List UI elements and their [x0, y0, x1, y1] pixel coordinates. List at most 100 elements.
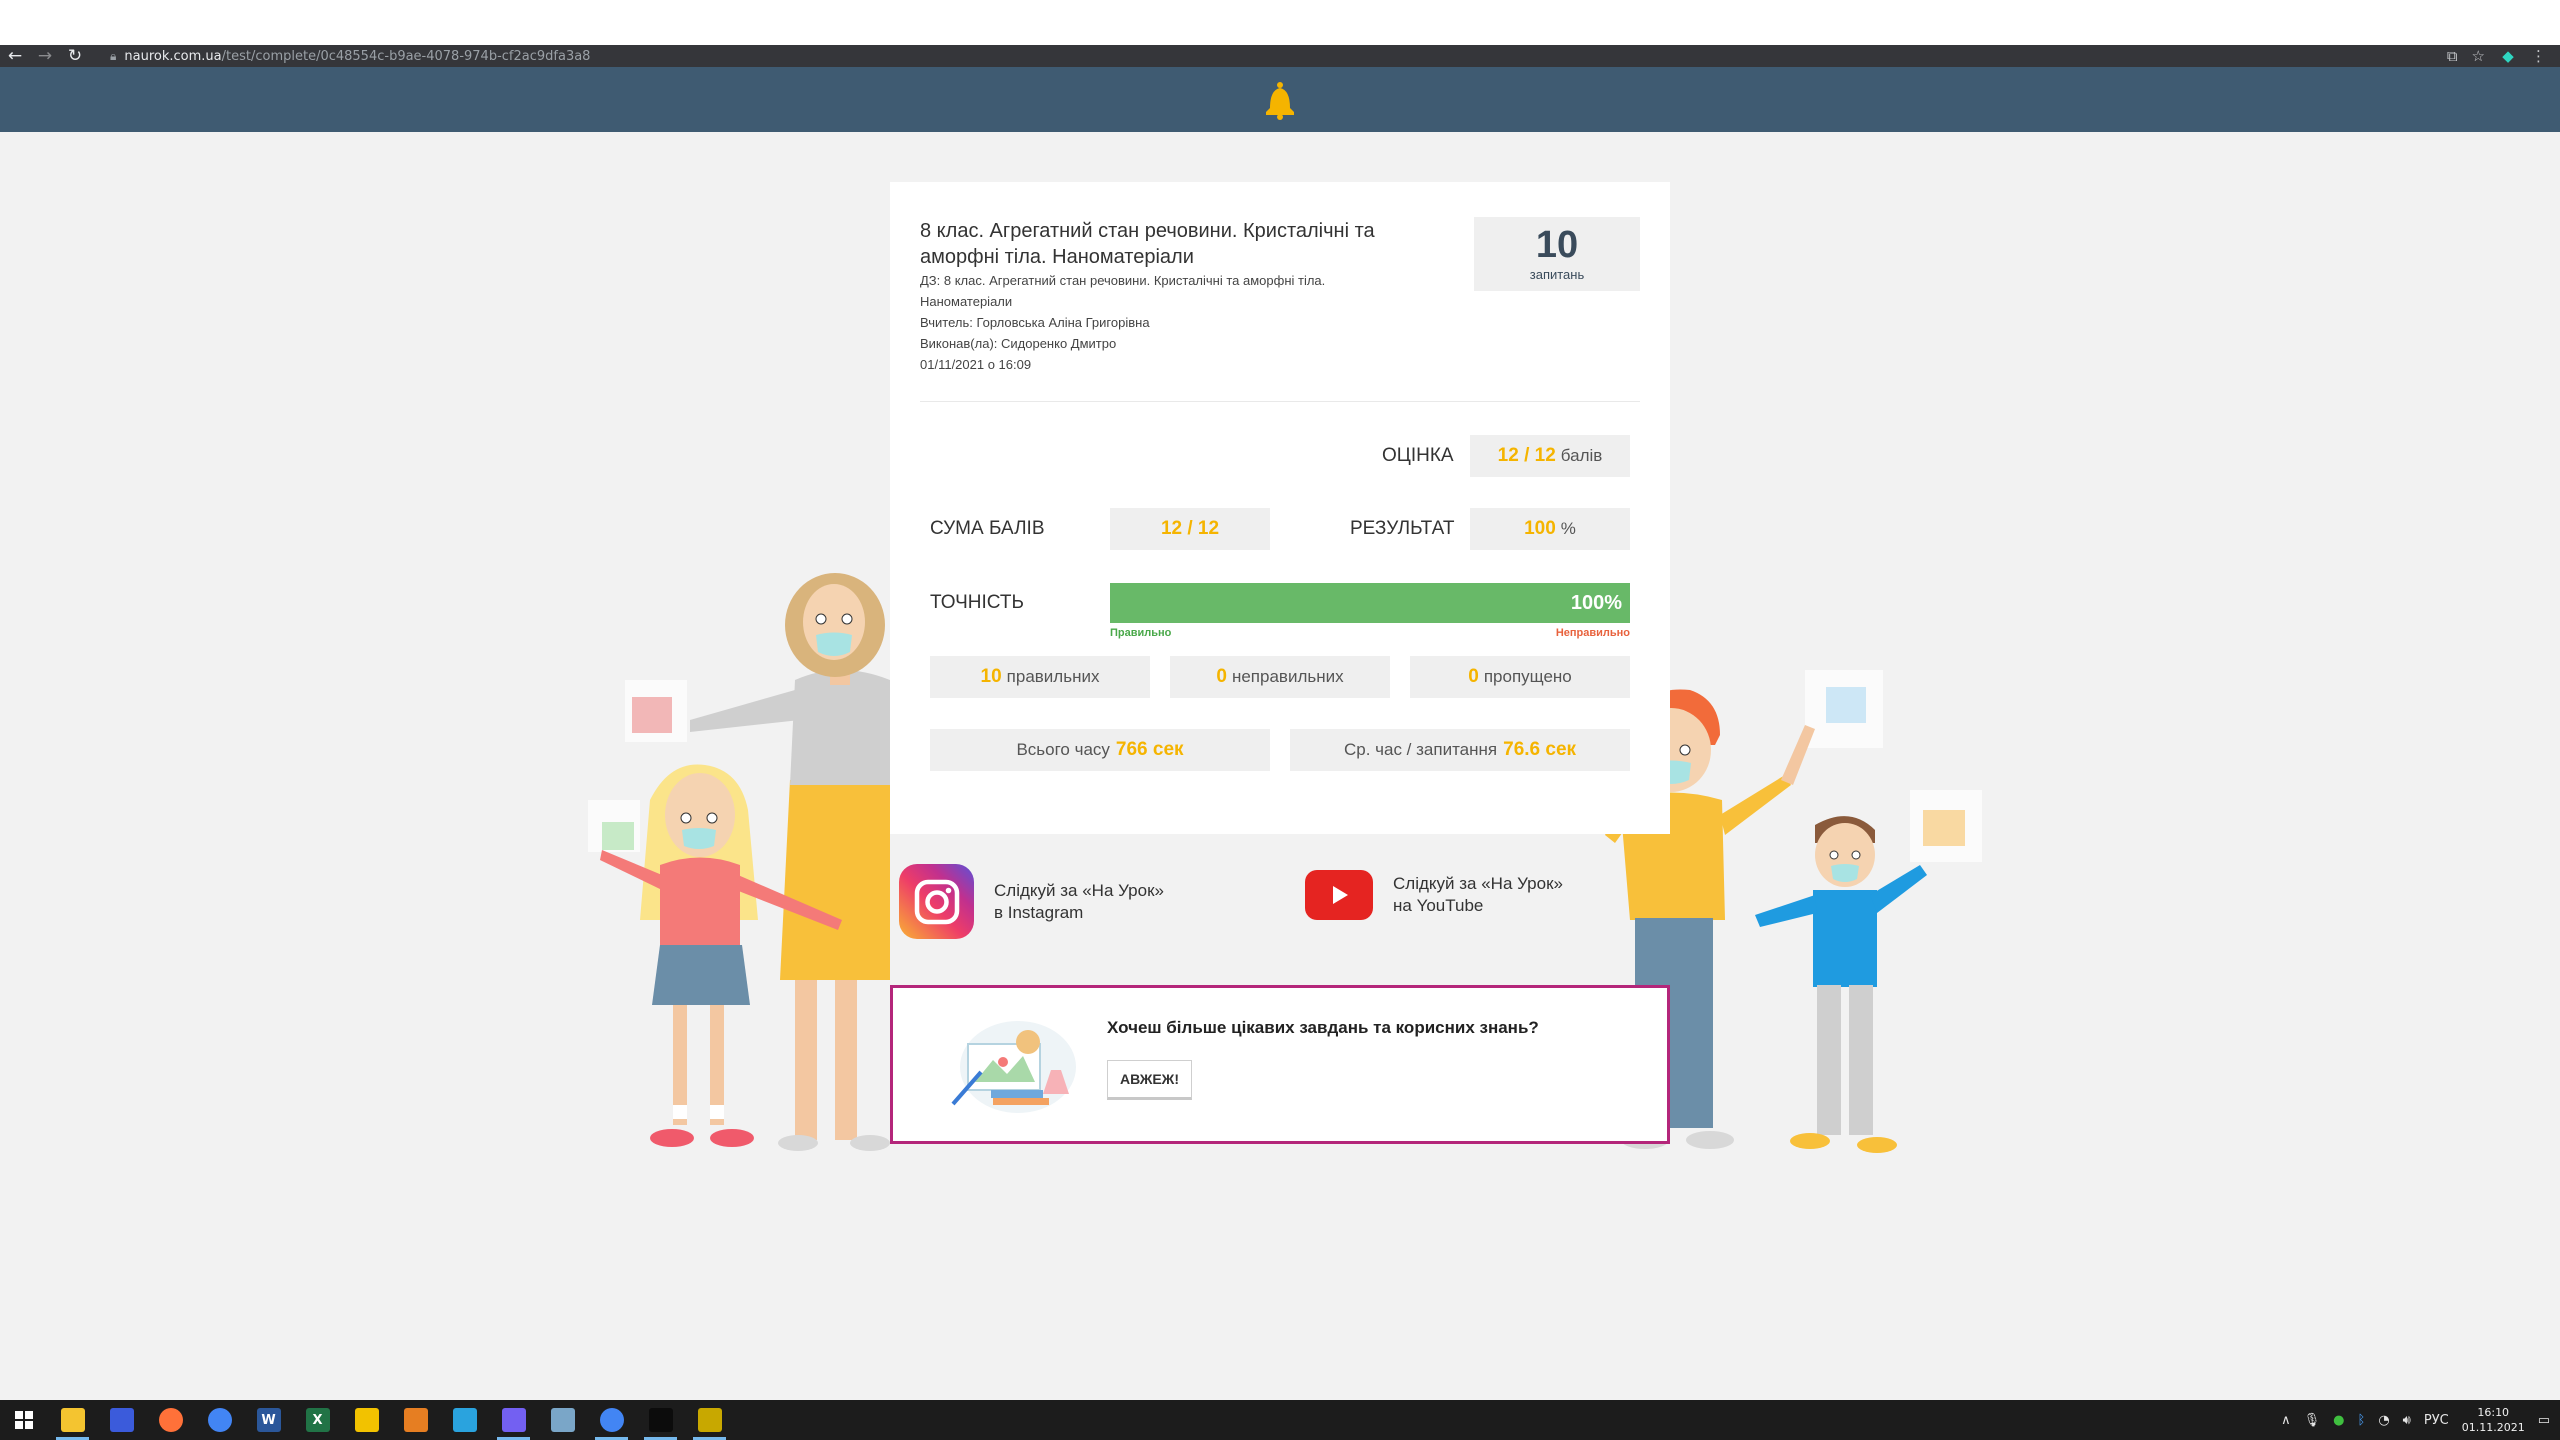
- file-explorer-icon: [60, 1408, 85, 1432]
- excel-icon: X: [305, 1408, 330, 1432]
- taskbar-app-1[interactable]: [97, 1400, 146, 1440]
- notifications-icon[interactable]: ▭: [2538, 1413, 2550, 1428]
- browser-actions: ⧉ ☆ ◆ ⋮: [2447, 47, 2546, 65]
- taskbar-app-13[interactable]: [685, 1400, 734, 1440]
- avg-time-pill: Ср. час / запитання 76.6 сек: [1290, 729, 1630, 771]
- forward-arrow-icon[interactable]: →: [30, 45, 60, 67]
- tray-chevron-icon[interactable]: ∧: [2281, 1413, 2291, 1428]
- windows-start-icon[interactable]: [0, 1400, 48, 1440]
- taskbar-app-3[interactable]: [195, 1400, 244, 1440]
- taskbar-app-7[interactable]: [391, 1400, 440, 1440]
- taskbar-app-4[interactable]: W: [244, 1400, 293, 1440]
- notes-app-icon: [550, 1408, 575, 1432]
- questions-count: 10: [1535, 224, 1579, 266]
- grade-pill: 12 / 12 балів: [1470, 435, 1630, 477]
- accuracy-percent: 100%: [1570, 592, 1622, 614]
- skipped-count: 0: [1468, 666, 1479, 687]
- instagram-icon: [899, 864, 974, 939]
- instagram-link[interactable]: Слідкуй за «На Урок» в Instagram: [899, 864, 1164, 939]
- avg-time-value: 76.6 сек: [1503, 739, 1577, 760]
- incorrect-count-pill: 0 неправильних: [1170, 656, 1390, 698]
- taskbar-app-6[interactable]: [342, 1400, 391, 1440]
- microphone-icon[interactable]: 🎙︎: [2304, 1413, 2321, 1428]
- reload-icon[interactable]: ↻: [60, 45, 90, 67]
- result-unit: %: [1560, 519, 1576, 538]
- test-title: 8 клас. Агрегатний стан речовини. Криста…: [920, 220, 1375, 268]
- taskbar-app-10[interactable]: [538, 1400, 587, 1440]
- sum-pill: 12 / 12: [1110, 508, 1270, 550]
- viber-icon: [501, 1408, 526, 1432]
- correct-count-pill: 10 правильних: [930, 656, 1150, 698]
- back-arrow-icon[interactable]: ←: [0, 45, 30, 67]
- total-time-pill: Всього часу 766 сек: [930, 729, 1270, 771]
- grade-label: ОЦІНКА: [1382, 445, 1454, 466]
- terminal-icon: [648, 1408, 673, 1432]
- bell-icon[interactable]: [1262, 80, 1298, 120]
- youtube-icon: [1305, 870, 1373, 920]
- avg-time-label: Ср. час / запитання: [1343, 740, 1498, 759]
- sum-label: СУМА БАЛІВ: [930, 518, 1045, 539]
- accuracy-bar: 100%: [1110, 583, 1630, 623]
- settings-app-icon: [403, 1408, 428, 1432]
- incorrect-caption: Неправильно: [1555, 627, 1630, 639]
- questions-label: запитань: [1529, 267, 1585, 282]
- taskbar-app-8[interactable]: [440, 1400, 489, 1440]
- total-time-label: Всього часу: [1016, 740, 1110, 759]
- youtube-line1: Слідкуй за «На Урок»: [1393, 874, 1563, 893]
- accuracy-label: ТОЧНІСТЬ: [930, 592, 1024, 613]
- bluetooth-icon[interactable]: ᛒ: [2358, 1413, 2366, 1428]
- taskbar-app-11[interactable]: [587, 1400, 636, 1440]
- language-indicator[interactable]: РУС: [2424, 1413, 2449, 1428]
- homework-line: ДЗ: 8 клас. Агрегатний стан речовини. Кр…: [920, 273, 1326, 309]
- site-header: [0, 67, 2560, 132]
- clock-date: 01.11.2021: [2461, 1421, 2525, 1434]
- browser-toolbar: ← → ↻ 🔒︎ naurok.com.ua /test/complete/0c…: [0, 45, 2560, 67]
- menu-dots-icon[interactable]: ⋮: [2531, 47, 2546, 65]
- chrome-icon: [207, 1408, 232, 1432]
- network-icon[interactable]: ◔: [2378, 1413, 2389, 1428]
- taskbar-apps: WX: [48, 1400, 734, 1440]
- lock-icon: 🔒︎: [110, 48, 117, 63]
- youtube-link[interactable]: Слідкуй за «На Урок» на YouTube: [1305, 870, 1563, 920]
- taskbar-app-12[interactable]: [636, 1400, 685, 1440]
- youtube-text: Слідкуй за «На Урок» на YouTube: [1393, 873, 1563, 917]
- translate-icon[interactable]: ⧉: [2447, 47, 2458, 65]
- taskbar-app-5[interactable]: X: [293, 1400, 342, 1440]
- illustration-teacher-and-girl: [588, 573, 890, 1151]
- address-bar[interactable]: 🔒︎ naurok.com.ua /test/complete/0c48554c…: [110, 45, 2340, 67]
- total-time-value: 766 сек: [1115, 739, 1184, 760]
- questions-count-box: 10 запитань: [1474, 217, 1640, 291]
- bookmark-star-icon[interactable]: ☆: [2472, 47, 2485, 65]
- save-app-icon: [109, 1408, 134, 1432]
- green-app-icon[interactable]: ●: [2333, 1413, 2344, 1428]
- window-top-band: [0, 0, 2560, 45]
- instagram-line1: Слідкуй за «На Урок»: [994, 880, 1164, 900]
- game-app-icon: [697, 1408, 722, 1432]
- grade-value: 12 / 12: [1497, 445, 1556, 466]
- volume-icon[interactable]: 🔊︎: [2403, 1413, 2411, 1428]
- incorrect-count-label: неправильних: [1231, 667, 1344, 686]
- firefox-icon: [158, 1408, 183, 1432]
- windows-taskbar: WX ∧ 🎙︎ ● ᛒ ◔ 🔊︎ РУС 16:10 01.11.2021 ▭: [0, 1400, 2560, 1440]
- url-host: naurok.com.ua: [124, 48, 222, 64]
- promo-banner: Хочеш більше цікавих завдань та корисних…: [890, 985, 1670, 1144]
- result-value: 100: [1524, 518, 1556, 539]
- result-pill: 100 %: [1470, 508, 1630, 550]
- promo-button[interactable]: АВЖЕЖ!: [1107, 1060, 1192, 1100]
- sum-value: 12 / 12: [1160, 518, 1220, 539]
- skipped-count-pill: 0 пропущено: [1410, 656, 1630, 698]
- taskbar-app-9[interactable]: [489, 1400, 538, 1440]
- promo-illustration: [951, 1021, 1076, 1113]
- promo-question: Хочеш більше цікавих завдань та корисних…: [1107, 1018, 1539, 1037]
- test-meta: ДЗ: 8 клас. Агрегатний стан речовини. Кр…: [920, 270, 1410, 375]
- result-label: РЕЗУЛЬТАТ: [1350, 518, 1455, 539]
- taskbar-app-2[interactable]: [146, 1400, 195, 1440]
- photos-icon: [354, 1408, 379, 1432]
- url-path: /test/complete/0c48554c-b9ae-4078-974b-c…: [221, 48, 591, 64]
- clock[interactable]: 16:10 01.11.2021: [2462, 1405, 2525, 1435]
- card-divider: [920, 401, 1640, 402]
- student-line: Виконав(ла): Сидоренко Дмитро: [920, 336, 1117, 351]
- taskbar-app-0[interactable]: [48, 1400, 97, 1440]
- correct-caption: Правильно: [1110, 627, 1172, 639]
- extension-icon[interactable]: ◆: [2499, 47, 2517, 65]
